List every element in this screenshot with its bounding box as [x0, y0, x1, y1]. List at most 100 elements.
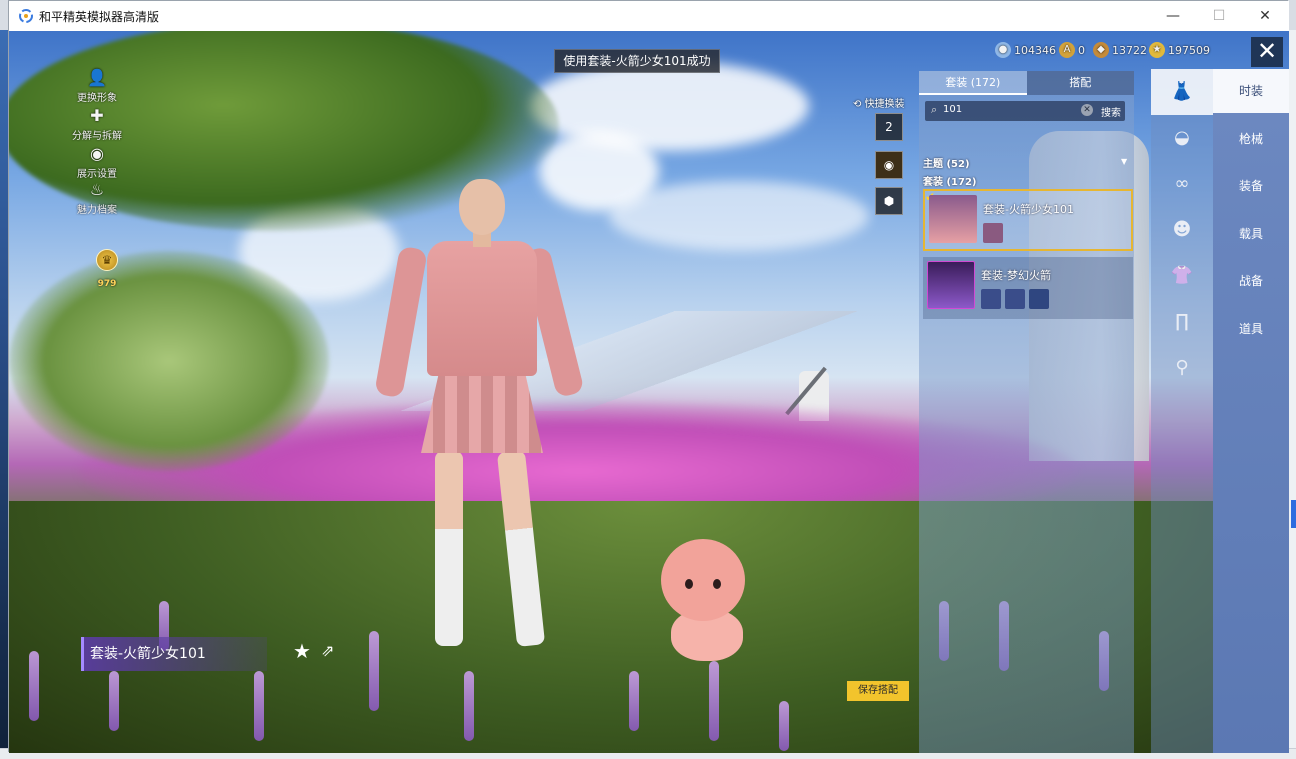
lupin-flower	[464, 671, 474, 741]
display-settings-label: 展示设置	[77, 169, 117, 180]
charm-profile-button[interactable]: ♨ 魅力档案	[57, 180, 137, 217]
search-icon: ⌕	[931, 103, 938, 116]
quick-slot-hanger[interactable]: 2	[875, 113, 903, 141]
tab-suits[interactable]: 套装 (172)	[919, 71, 1027, 95]
suit-name: 套装-梦幻火箭	[981, 269, 1051, 282]
currency-value: 197509	[1168, 43, 1210, 57]
emulator-window: 和平精英模拟器高清版 — ☐ ✕ 👤 更换形象 ✚ 分解与拆解 ◉ 展示设置 ♨…	[8, 0, 1289, 753]
search-value: 101	[943, 104, 963, 115]
currency-globe: ● 104346	[995, 41, 1056, 59]
cloud	[609, 181, 869, 251]
pet-head	[661, 539, 745, 621]
save-outfit-button[interactable]: 保存搭配	[847, 681, 909, 701]
shield-icon: ⬢	[883, 194, 895, 208]
currency-a: A 0	[1059, 41, 1085, 59]
pants-slot-icon[interactable]: ∏	[1151, 299, 1213, 345]
category-weapons[interactable]: 枪械	[1213, 117, 1289, 161]
puzzle-icon: ✚	[90, 106, 104, 125]
currency-value: 13722	[1112, 43, 1147, 57]
suit-piece-icon[interactable]	[1029, 289, 1049, 309]
search-input[interactable]: ⌕ 101 ✕ 搜索	[925, 101, 1125, 121]
globe-coin-icon: ●	[995, 42, 1011, 58]
pet-eye	[685, 579, 693, 589]
suit-card-rocket-girls[interactable]: ✔ 套装-火箭少女101	[923, 189, 1133, 251]
game-viewport: 👤 更换形象 ✚ 分解与拆解 ◉ 展示设置 ♨ 魅力档案 ♛ 979 使用套装-…	[9, 31, 1289, 753]
close-wardrobe-button[interactable]: ✕	[1251, 37, 1283, 67]
tab-match[interactable]: 搭配	[1026, 71, 1134, 95]
emblem-icon: ◉	[883, 158, 895, 172]
a-coin-icon: A	[1059, 42, 1075, 58]
suit-piece-icon[interactable]	[983, 223, 1003, 243]
lupin-flower	[779, 701, 789, 751]
pet-eye	[713, 579, 721, 589]
slot-icon-column: 👗 ◒ ∞ ☻ 👚 ∏ ⚲	[1151, 69, 1213, 753]
desktop-right-strip	[1288, 30, 1296, 759]
suit-piece-icon[interactable]	[981, 289, 1001, 309]
character-leg	[435, 451, 463, 646]
current-outfit-label: 套装-火箭少女101	[81, 637, 267, 671]
currency-value: 104346	[1014, 43, 1056, 57]
maximize-button[interactable]: ☐	[1196, 1, 1242, 31]
share-icon[interactable]: ⇗	[321, 641, 334, 660]
theme-filter[interactable]: 主题 (52)	[923, 155, 970, 170]
flame-icon: ♨	[89, 180, 105, 199]
lupin-flower	[29, 651, 39, 721]
person-icon: 👤	[87, 68, 107, 87]
category-vehicles[interactable]: 载具	[1213, 212, 1289, 256]
lupin-flower	[109, 671, 119, 731]
disassemble-button[interactable]: ✚ 分解与拆解	[57, 106, 137, 143]
clear-search-icon[interactable]: ✕	[1081, 104, 1093, 116]
suit-piece-icon[interactable]	[1005, 289, 1025, 309]
player-character	[374, 179, 585, 679]
suit-card-dream-rocket[interactable]: 套装-梦幻火箭	[923, 257, 1133, 319]
close-window-button[interactable]: ✕	[1242, 1, 1288, 31]
hat-slot-icon[interactable]: ◒	[1151, 115, 1213, 161]
star-icon[interactable]: ★	[293, 639, 311, 663]
category-gear[interactable]: 装备	[1213, 164, 1289, 208]
currency-crest: ◆ 13722	[1093, 41, 1147, 59]
charm-value: 979	[97, 279, 117, 289]
change-appearance-button[interactable]: 👤 更换形象	[57, 68, 137, 105]
success-toast: 使用套装-火箭少女101成功	[554, 49, 720, 73]
character-arm	[374, 245, 428, 399]
charm-level-badge[interactable]: ♛ 979	[87, 249, 127, 289]
pet-companion	[657, 539, 753, 661]
hanger-icon: 2	[885, 120, 893, 134]
title-bar: 和平精英模拟器高清版 — ☐ ✕	[9, 1, 1289, 31]
suit-name: 套装-火箭少女101	[983, 203, 1074, 216]
star-coin-icon: ★	[1149, 42, 1165, 58]
chevron-down-icon[interactable]: ▼	[1121, 157, 1127, 166]
character-leg	[496, 450, 546, 647]
quick-slot-shield[interactable]: ⬢	[875, 187, 903, 215]
shoes-slot-icon[interactable]: ⚲	[1151, 345, 1213, 391]
suit-thumbnail	[927, 261, 975, 309]
quick-change-label: ⟲ 快捷换装	[853, 99, 905, 110]
display-settings-button[interactable]: ◉ 展示设置	[57, 144, 137, 181]
charm-emblem-icon: ♛	[96, 249, 118, 271]
lupin-flower	[629, 671, 639, 731]
search-button[interactable]: 搜索	[1101, 104, 1121, 119]
mask-slot-icon[interactable]: ☻	[1151, 207, 1213, 253]
outfit-panel: 套装 (172) 搭配 ⌕ 101 ✕ 搜索 主题 (52) ▼ 套装 (172…	[919, 71, 1134, 753]
quick-slot-emblem[interactable]: ◉	[875, 151, 903, 179]
category-props[interactable]: 道具	[1213, 307, 1289, 351]
suit-thumbnail	[929, 195, 977, 243]
minimize-button[interactable]: —	[1150, 1, 1196, 31]
character-head	[459, 179, 505, 235]
eye-icon: ◉	[90, 144, 104, 163]
outfit-slot-icon[interactable]: 👗	[1151, 69, 1213, 115]
top-slot-icon[interactable]: 👚	[1151, 253, 1213, 299]
currency-value: 0	[1078, 43, 1085, 57]
panel-tabs: 套装 (172) 搭配	[919, 71, 1134, 95]
taskbar-blip	[1291, 500, 1296, 528]
currency-star: ★ 197509	[1149, 41, 1210, 59]
app-icon	[19, 9, 33, 23]
character-jacket	[427, 241, 537, 376]
change-appearance-label: 更换形象	[77, 93, 117, 104]
category-fashion[interactable]: 时装	[1213, 69, 1289, 113]
lupin-flower	[254, 671, 264, 741]
category-column: 时装 枪械 装备 载具 战备 道具	[1213, 69, 1289, 753]
glasses-slot-icon[interactable]: ∞	[1151, 161, 1213, 207]
character-skirt	[421, 371, 543, 453]
category-battle-prep[interactable]: 战备	[1213, 259, 1289, 303]
